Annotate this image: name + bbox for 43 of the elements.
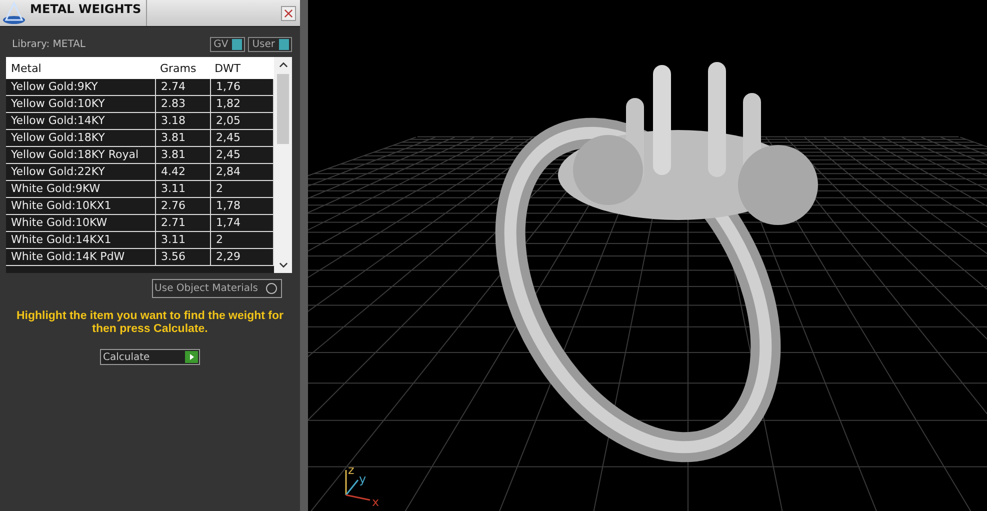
scroll-down-icon[interactable] xyxy=(278,262,288,268)
toggle-button[interactable]: User xyxy=(248,37,292,52)
table-cell: 3.11 xyxy=(156,181,211,197)
library-label: Library: METAL xyxy=(12,39,86,50)
toggle-button[interactable]: GV xyxy=(210,37,246,52)
table-cell: 3.11 xyxy=(156,232,211,248)
table-cell: 3.81 xyxy=(156,147,211,163)
close-icon xyxy=(284,8,293,18)
instruction-text: Highlight the item you want to find the weight for then press Calculate. xyxy=(15,310,285,336)
table-cell: 2.83 xyxy=(156,96,211,112)
scrollbar-thumb[interactable] xyxy=(277,74,290,144)
play-icon xyxy=(185,351,198,363)
table-cell: 3.56 xyxy=(156,249,211,265)
axis-label: z xyxy=(348,463,354,477)
table-cell: 2.71 xyxy=(156,215,211,231)
table-cell: White Gold:10KX1 xyxy=(6,198,156,214)
table-cell: 3.81 xyxy=(156,130,211,146)
table-cell: 2.74 xyxy=(156,79,211,95)
table-cell: White Gold:9KW xyxy=(6,181,156,197)
column-header[interactable]: Grams xyxy=(154,62,210,74)
table-cell: Yellow Gold:18KY Royal xyxy=(6,147,156,163)
table-cell: Yellow Gold:10KY xyxy=(6,96,156,112)
scroll-up-icon[interactable] xyxy=(278,62,288,68)
column-header[interactable]: DWT xyxy=(210,62,274,74)
window-title: METAL WEIGHTS xyxy=(30,0,147,26)
table-cell: Yellow Gold:9KY xyxy=(6,79,156,95)
table-cell: 3.18 xyxy=(156,113,211,129)
table-cell: Yellow Gold:22KY xyxy=(6,164,156,180)
pyramid-logo-icon xyxy=(2,1,26,25)
table-cell: 2.76 xyxy=(156,198,211,214)
axis-label: y xyxy=(359,472,366,486)
table-cell: 4.42 xyxy=(156,164,211,180)
column-header[interactable]: Metal xyxy=(6,62,155,74)
close-button[interactable] xyxy=(281,6,296,20)
table-cell: Yellow Gold:18KY xyxy=(6,130,156,146)
table-cell: White Gold:14K PdW xyxy=(6,249,156,265)
table-cell: White Gold:10KW xyxy=(6,215,156,231)
use-object-materials-toggle[interactable]: Use Object Materials xyxy=(152,279,282,298)
calculate-button[interactable]: Calculate xyxy=(100,349,200,365)
scrollbar[interactable] xyxy=(274,57,292,273)
table-cell: Yellow Gold:14KY xyxy=(6,113,156,129)
table-cell: White Gold:14KX1 xyxy=(6,232,156,248)
axis-label: x xyxy=(372,495,380,509)
